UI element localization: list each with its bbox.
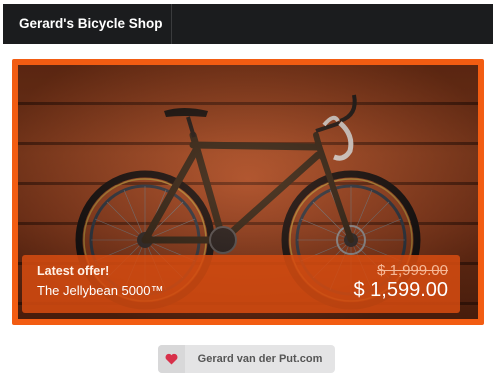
author-link-text: Gerard van der Put.com <box>197 353 323 365</box>
old-price: $ 1,999.00 <box>377 262 448 279</box>
brand-link[interactable]: Gerard's Bicycle Shop <box>3 4 172 44</box>
heart-icon <box>158 345 185 373</box>
new-price: $ 1,599.00 <box>353 279 448 301</box>
author-link-button[interactable]: Gerard van der Put.com <box>158 345 335 373</box>
offer-label: Latest offer! <box>37 264 110 278</box>
offer-banner[interactable]: Latest offer! The Jellybean 5000™ $ 1,99… <box>22 255 460 313</box>
top-navbar: Gerard's Bicycle Shop <box>3 4 493 44</box>
offer-product-name: The Jellybean 5000™ <box>37 283 164 298</box>
offer-card[interactable]: Latest offer! The Jellybean 5000™ $ 1,99… <box>12 59 484 325</box>
